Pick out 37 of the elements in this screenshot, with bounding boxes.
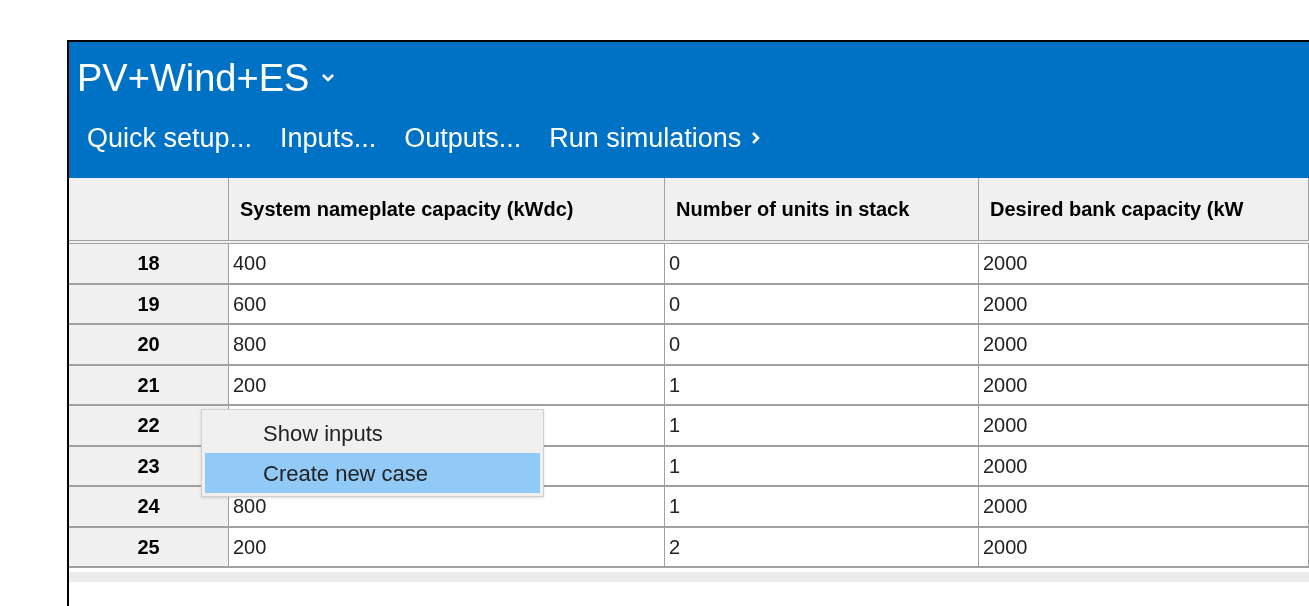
- menu-item[interactable]: Create new case: [205, 453, 540, 493]
- table-cell-text: 0: [669, 251, 681, 277]
- table-cell-text: 2000: [983, 291, 1028, 317]
- table-cell-text: 2000: [983, 494, 1028, 520]
- table-cell-text: 2: [669, 534, 681, 560]
- table-cell-text: 1: [669, 453, 681, 479]
- table-cell-text: 2000: [983, 413, 1028, 439]
- table-cell-text: 200: [233, 372, 267, 398]
- row-header[interactable]: 19: [69, 284, 229, 323]
- row-header[interactable]: 24: [69, 487, 229, 526]
- table-cell-text: 1: [669, 372, 681, 398]
- table-cell-text: 200: [233, 534, 267, 560]
- table-cell-text: 2000: [983, 251, 1028, 277]
- row-header[interactable]: 25: [69, 527, 229, 566]
- table-cell-text: 1: [669, 413, 681, 439]
- toolbar-menu-item[interactable]: Outputs...: [404, 118, 522, 159]
- table-cell-text: 2000: [983, 372, 1028, 398]
- table-cell-text: 0: [669, 332, 681, 358]
- toolbar-menu-item[interactable]: Quick setup...: [87, 118, 253, 159]
- column-header[interactable]: System nameplate capacity (kWdc): [229, 178, 665, 240]
- table-cell-text: 600: [233, 291, 267, 317]
- row-header[interactable]: 20: [69, 325, 229, 364]
- column-header[interactable]: Number of units in stack: [665, 178, 979, 240]
- table-cell-text: 2000: [983, 453, 1028, 479]
- row-header[interactable]: 18: [69, 244, 229, 283]
- run-simulations-button[interactable]: Run simulations: [549, 118, 764, 159]
- table-cell-text: 1: [669, 494, 681, 520]
- table-cell-text: 400: [233, 251, 267, 277]
- window-title: PV+Wind+ES: [77, 55, 310, 101]
- column-header[interactable]: Desired bank capacity (kW: [979, 178, 1309, 240]
- table-cell-text: 800: [233, 332, 267, 358]
- table-cell-text: 0: [669, 291, 681, 317]
- table-cell-text: 2000: [983, 332, 1028, 358]
- toolbar-menu-item[interactable]: Inputs...: [280, 118, 377, 159]
- row-header[interactable]: 21: [69, 365, 229, 404]
- table-cell-text: 2000: [983, 534, 1028, 560]
- table-cell-text: 800: [233, 494, 267, 520]
